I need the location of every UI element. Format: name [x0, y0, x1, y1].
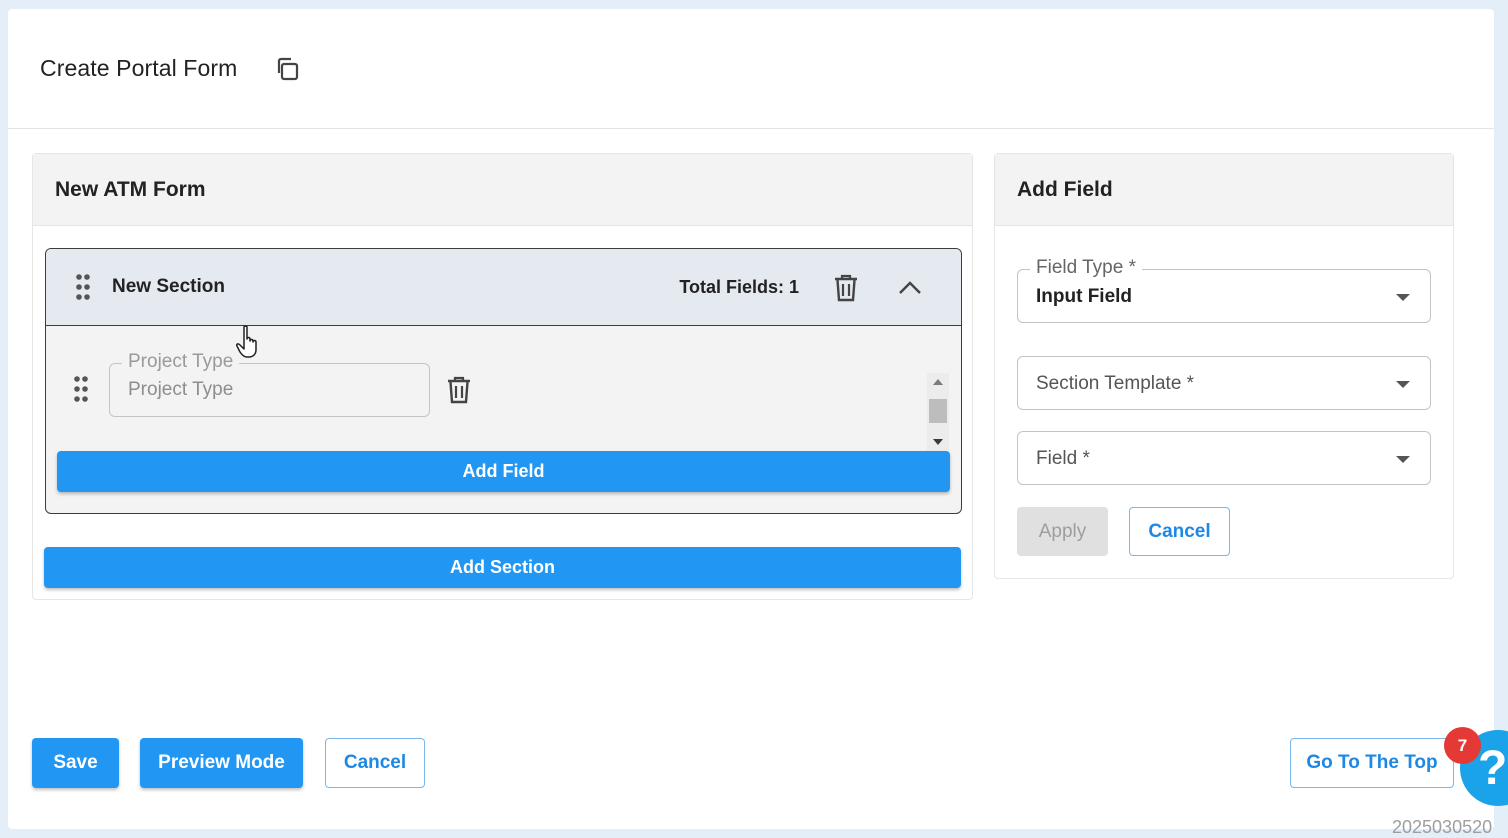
panel-title: Add Field — [995, 154, 1453, 226]
drag-handle-icon[interactable] — [76, 274, 90, 300]
preview-mode-button[interactable]: Preview Mode — [140, 738, 303, 788]
drag-handle-icon[interactable] — [74, 376, 88, 402]
delete-field-icon[interactable] — [444, 375, 474, 405]
caret-down-icon — [1396, 294, 1410, 301]
section-title: New Section — [112, 276, 225, 297]
copy-icon[interactable] — [273, 55, 301, 83]
field-placeholder: Field * — [1036, 448, 1090, 469]
form-section: New Section Total Fields: 1 Project Type… — [45, 248, 962, 514]
form-card: New ATM Form New Section Total Fields: 1 — [32, 153, 973, 600]
page-title: Create Portal Form — [40, 55, 238, 81]
hand-cursor-icon — [235, 325, 263, 359]
notification-badge: 7 — [1444, 727, 1481, 764]
section-header[interactable]: New Section Total Fields: 1 — [46, 249, 961, 326]
form-title: New ATM Form — [33, 154, 972, 226]
help-icon: ? — [1478, 741, 1508, 795]
page-header: Create Portal Form — [8, 9, 1494, 129]
field-type-select[interactable]: Field Type * Input Field — [1017, 257, 1431, 323]
field-type-value: Input Field — [1036, 286, 1133, 307]
cancel-button[interactable]: Cancel — [325, 738, 425, 788]
add-field-button[interactable]: Add Field — [57, 451, 950, 492]
field-legend: Project Type — [122, 351, 240, 373]
section-template-select[interactable]: Section Template * — [1017, 356, 1431, 410]
total-fields-count: Total Fields: 1 — [679, 276, 799, 297]
scroll-thumb[interactable] — [929, 399, 947, 423]
delete-section-icon[interactable] — [831, 273, 861, 303]
project-type-field[interactable]: Project Type Project Type — [109, 351, 430, 417]
section-template-placeholder: Section Template * — [1036, 373, 1195, 394]
field-type-label: Field Type * — [1030, 257, 1142, 279]
field-value: Project Type — [128, 379, 234, 400]
panel-cancel-button[interactable]: Cancel — [1129, 507, 1230, 556]
build-stamp: 2025030520 — [1392, 817, 1493, 837]
caret-down-icon — [1396, 456, 1410, 463]
apply-button[interactable]: Apply — [1017, 507, 1108, 556]
chevron-up-icon[interactable] — [895, 273, 925, 303]
add-section-button[interactable]: Add Section — [44, 547, 961, 588]
caret-down-icon — [1396, 381, 1410, 388]
scrollbar[interactable] — [927, 373, 949, 451]
field-select[interactable]: Field * — [1017, 431, 1431, 485]
go-to-top-button[interactable]: Go To The Top — [1290, 738, 1454, 788]
field-row: Project Type Project Type — [46, 349, 961, 451]
save-button[interactable]: Save — [32, 738, 119, 788]
scroll-down-icon[interactable] — [933, 439, 943, 445]
add-field-panel: Add Field Field Type * Input Field Secti… — [994, 153, 1454, 579]
scroll-up-icon[interactable] — [933, 379, 943, 385]
